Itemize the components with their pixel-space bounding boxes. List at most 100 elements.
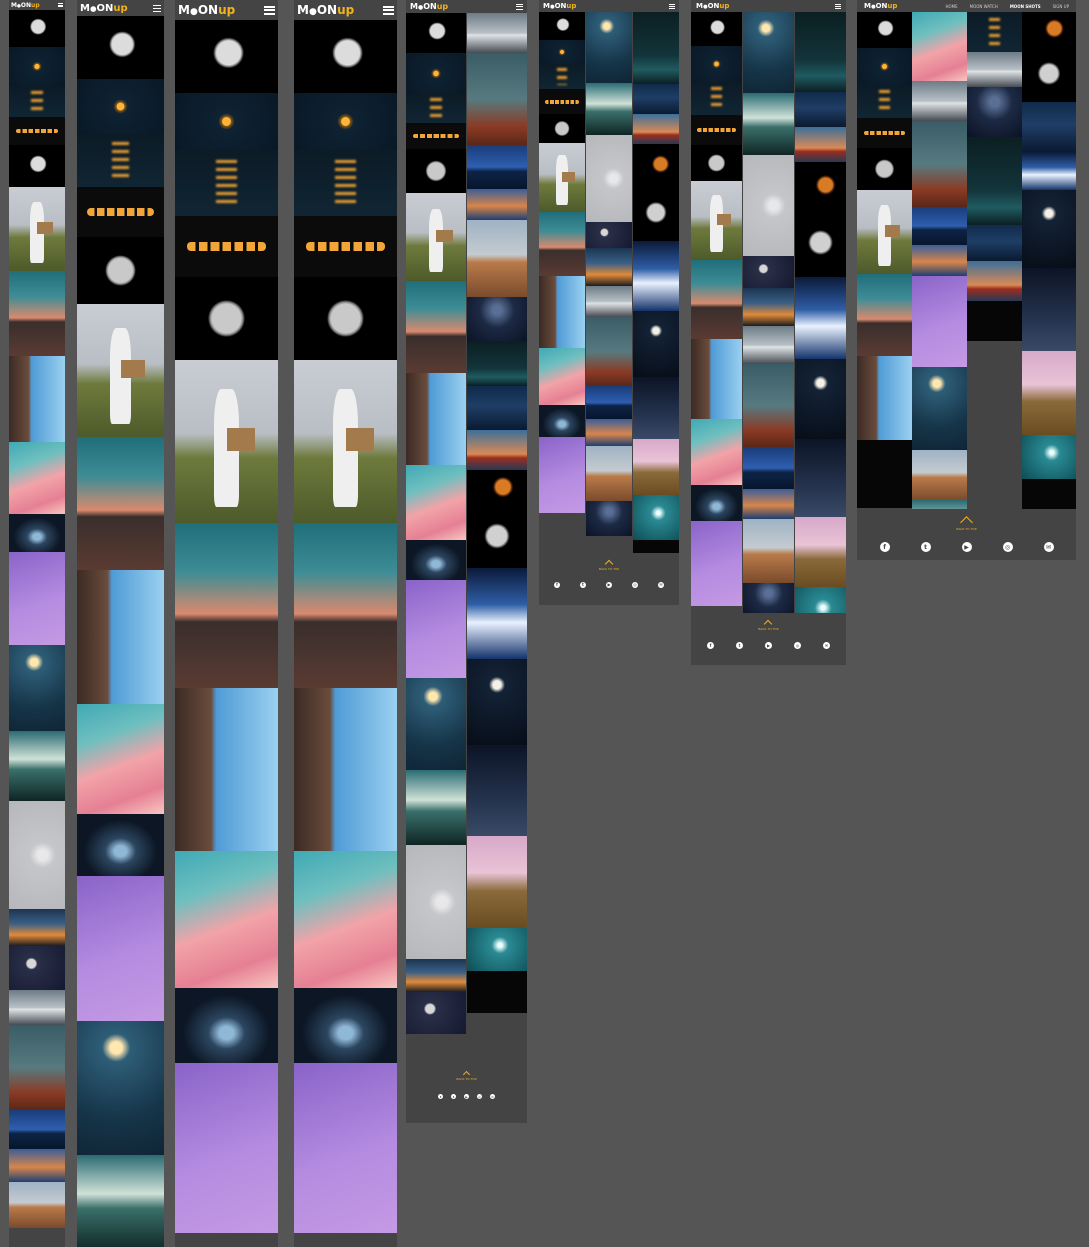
- photo-black[interactable]: [467, 971, 527, 1013]
- brand-logo[interactable]: M ● ON up: [80, 3, 128, 14]
- photo-telescope[interactable]: [743, 583, 794, 617]
- photo-clouds[interactable]: [294, 851, 397, 988]
- photo-silhouette[interactable]: [406, 770, 466, 845]
- photo-astronaut[interactable]: [175, 360, 278, 523]
- photo-pier[interactable]: [467, 145, 527, 189]
- photo-sunset-road[interactable]: [294, 523, 397, 688]
- photo-mountain[interactable]: [743, 326, 794, 364]
- photo-clouds[interactable]: [406, 465, 466, 540]
- photo-bar[interactable]: [9, 356, 65, 442]
- facebook-icon[interactable]: f: [879, 542, 890, 552]
- photo-full-moon[interactable]: [691, 145, 742, 181]
- photo-full-moon[interactable]: [175, 277, 278, 360]
- photo-golden-gate[interactable]: [633, 114, 679, 144]
- photo-orange-moon[interactable]: [691, 46, 742, 82]
- photo-balloon[interactable]: [175, 988, 278, 1063]
- photo-reflect[interactable]: [9, 86, 65, 117]
- photo-full-moon[interactable]: [294, 277, 397, 360]
- facebook-icon[interactable]: f: [707, 641, 714, 649]
- photo-reflection-lake[interactable]: [967, 225, 1022, 261]
- back-to-top-button[interactable]: BACK TO TOP: [956, 514, 977, 531]
- menu-icon[interactable]: [835, 3, 841, 9]
- photo-blood-moon[interactable]: [633, 144, 679, 184]
- menu-icon[interactable]: [152, 4, 161, 12]
- photo-clouds[interactable]: [691, 419, 742, 485]
- photo-black[interactable]: [1022, 479, 1076, 511]
- photo-moon-branch[interactable]: [9, 10, 65, 47]
- photo-lake-orange[interactable]: [912, 245, 967, 276]
- photo-dark-moon[interactable]: [9, 946, 65, 990]
- photo-sunset-road[interactable]: [9, 271, 65, 356]
- photo-moon-branch[interactable]: [175, 20, 278, 93]
- photo-moon-branch[interactable]: [691, 12, 742, 46]
- photo-city-night[interactable]: [795, 12, 846, 92]
- photo-bar[interactable]: [77, 570, 164, 704]
- photo-orange-moon[interactable]: [857, 48, 912, 85]
- photo-teal-moon[interactable]: [1022, 435, 1076, 479]
- menu-icon[interactable]: [383, 5, 394, 15]
- photo-golden-gate[interactable]: [467, 430, 527, 470]
- twitter-icon[interactable]: t: [920, 542, 931, 552]
- nav-link-home[interactable]: HOME: [945, 4, 957, 9]
- photo-dark-moon[interactable]: [586, 222, 632, 248]
- photo-grey-moon-bird[interactable]: [406, 845, 466, 959]
- photo-phases[interactable]: [691, 115, 742, 145]
- photo-reflect[interactable]: [175, 150, 278, 216]
- photo-astronaut[interactable]: [857, 190, 912, 274]
- photo-reflection-lake[interactable]: [633, 84, 679, 114]
- photo-moon-branch[interactable]: [539, 12, 585, 40]
- photo-city-night[interactable]: [467, 341, 527, 386]
- brand-logo[interactable]: M ● ON up: [864, 2, 897, 10]
- photo-blood-moon[interactable]: [795, 162, 846, 208]
- photo-hand-moon[interactable]: [1022, 190, 1076, 268]
- youtube-icon[interactable]: ▶: [606, 581, 612, 588]
- photo-pink-field[interactable]: [1022, 351, 1076, 435]
- photo-orange-moon[interactable]: [175, 93, 278, 150]
- photo-opera[interactable]: [633, 241, 679, 311]
- photo-desert-van[interactable]: [743, 519, 794, 583]
- twitter-icon[interactable]: t: [451, 1094, 456, 1099]
- photo-orange-moon[interactable]: [9, 47, 65, 86]
- email-icon[interactable]: ✉: [823, 641, 830, 649]
- photo-sunset-road[interactable]: [406, 281, 466, 373]
- photo-reflect[interactable]: [691, 82, 742, 115]
- photo-blood-moon[interactable]: [1022, 12, 1076, 45]
- photo-balloon[interactable]: [9, 514, 65, 552]
- photo-mountain[interactable]: [967, 52, 1022, 87]
- photo-pink-field[interactable]: [795, 517, 846, 587]
- photo-astronaut[interactable]: [539, 143, 585, 212]
- photo-silhouette[interactable]: [77, 1155, 164, 1247]
- brand-logo[interactable]: M ● ON up: [178, 3, 235, 17]
- instagram-icon[interactable]: ◎: [1002, 542, 1013, 552]
- photo-mountain[interactable]: [9, 990, 65, 1025]
- photo-plane-wing[interactable]: [633, 377, 679, 439]
- photo-astronaut[interactable]: [294, 360, 397, 523]
- photo-lamp[interactable]: [912, 367, 967, 450]
- photo-lake-orange[interactable]: [586, 419, 632, 446]
- photo-phases[interactable]: [294, 216, 397, 277]
- photo-silhouette[interactable]: [9, 731, 65, 801]
- photo-astronaut[interactable]: [77, 304, 164, 437]
- photo-autumn-moon[interactable]: [912, 121, 967, 207]
- photo-grey-moon[interactable]: [1022, 45, 1076, 102]
- photo-pier[interactable]: [743, 447, 794, 489]
- photo-purple-birds[interactable]: [406, 580, 466, 678]
- photo-city-night[interactable]: [967, 137, 1022, 225]
- photo-reflect[interactable]: [77, 134, 164, 187]
- photo-grey-moon-bird[interactable]: [9, 801, 65, 909]
- photo-mountain[interactable]: [912, 81, 967, 121]
- photo-clouds[interactable]: [912, 12, 967, 81]
- youtube-icon[interactable]: ▶: [765, 641, 772, 649]
- photo-sunset-tree[interactable]: [406, 959, 466, 992]
- photo-lake-orange[interactable]: [743, 489, 794, 519]
- menu-icon[interactable]: [58, 3, 63, 7]
- photo-opera[interactable]: [795, 277, 846, 359]
- photo-mountain[interactable]: [586, 286, 632, 317]
- photo-sunset-road[interactable]: [77, 437, 164, 570]
- photo-grey-moon-bird[interactable]: [586, 135, 632, 222]
- photo-orange-moon[interactable]: [77, 79, 164, 134]
- photo-purple-birds[interactable]: [9, 552, 65, 645]
- photo-sunset-road[interactable]: [691, 260, 742, 339]
- photo-phases[interactable]: [857, 118, 912, 148]
- back-to-top-button[interactable]: BACK TO TOP: [456, 1070, 477, 1081]
